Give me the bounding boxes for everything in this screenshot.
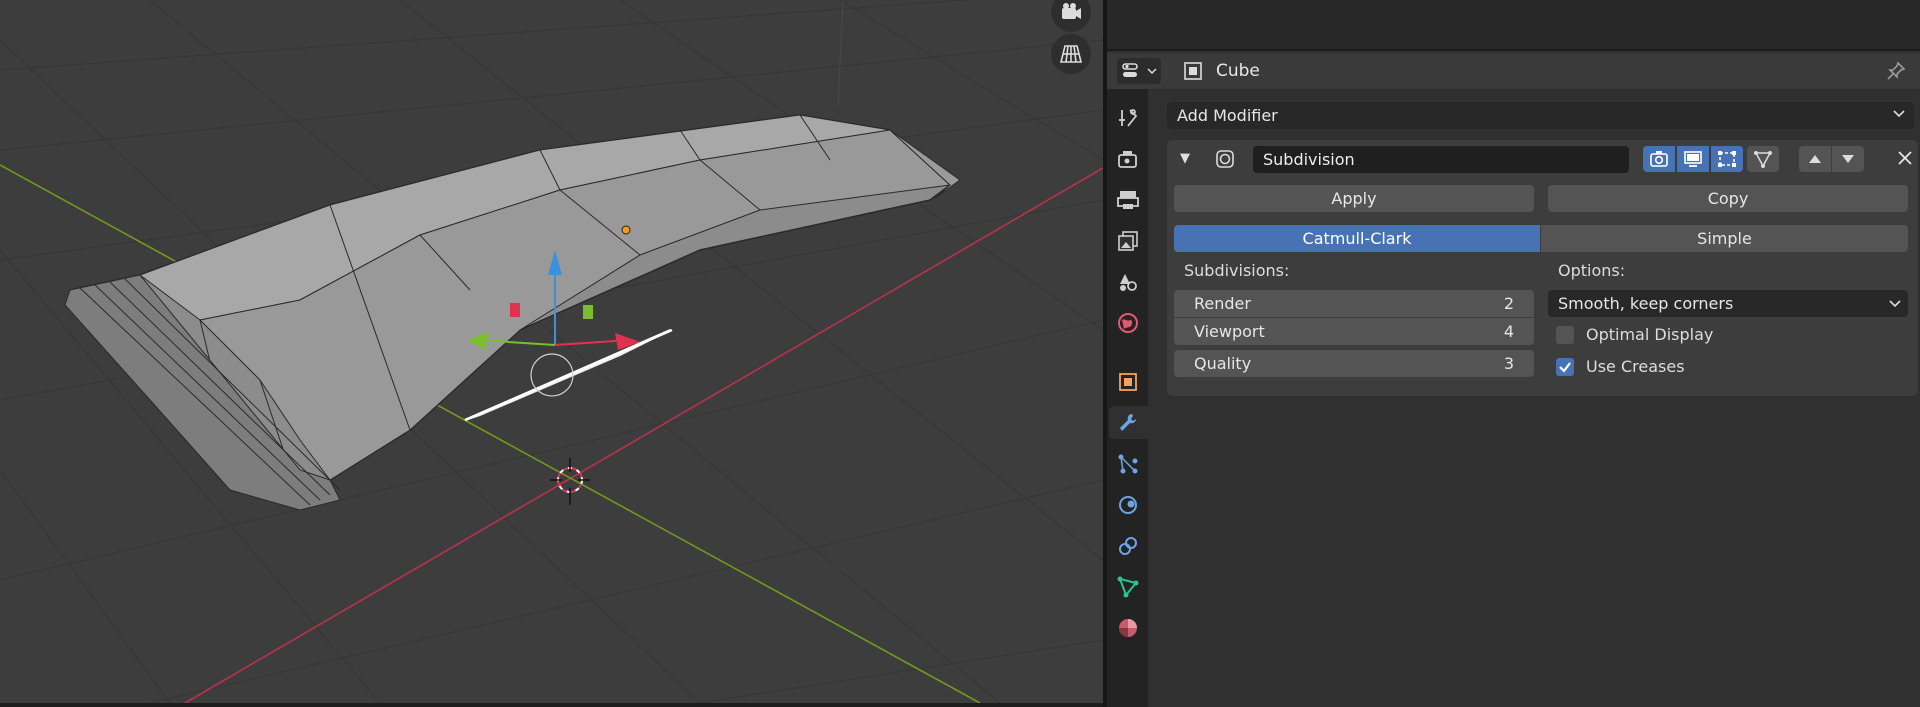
modifier-stack: Add Modifier ▼ Subdivision Apply Copy Ca… bbox=[1148, 89, 1920, 707]
move-down-button[interactable] bbox=[1832, 146, 1864, 172]
chevron-down-icon bbox=[1893, 110, 1905, 118]
apply-button[interactable]: Apply bbox=[1174, 185, 1534, 212]
object-props-icon bbox=[1118, 372, 1137, 391]
modifier-name-text: Subdivision bbox=[1263, 150, 1355, 169]
subdivisions-label: Subdivisions: bbox=[1184, 261, 1290, 280]
collapse-toggle[interactable]: ▼ bbox=[1180, 151, 1190, 166]
tab-scene[interactable] bbox=[1111, 265, 1144, 298]
quality-label: Quality bbox=[1194, 354, 1252, 373]
show-in-viewport-toggle[interactable] bbox=[1677, 146, 1709, 172]
tab-constraints[interactable] bbox=[1111, 529, 1144, 562]
optimal-display-checkbox[interactable] bbox=[1556, 326, 1574, 344]
scene-icon bbox=[1119, 273, 1137, 291]
method-catmull-clark[interactable]: Catmull-Clark bbox=[1174, 225, 1540, 252]
constraints-icon bbox=[1118, 536, 1137, 555]
physics-icon bbox=[1118, 495, 1137, 514]
tab-material[interactable] bbox=[1111, 611, 1144, 644]
pin-icon[interactable] bbox=[1886, 61, 1906, 81]
3d-viewport[interactable] bbox=[0, 0, 1103, 703]
arrow-up-icon bbox=[1809, 155, 1821, 163]
properties-tabs bbox=[1107, 89, 1148, 707]
subdivision-modifier-panel: ▼ Subdivision Apply Copy Catmull-Clark S… bbox=[1167, 140, 1918, 396]
tab-object[interactable] bbox=[1111, 365, 1144, 398]
render-label: Render bbox=[1194, 294, 1251, 313]
method-simple[interactable]: Simple bbox=[1541, 225, 1908, 252]
world-icon bbox=[1117, 312, 1138, 333]
camera-icon bbox=[1062, 3, 1081, 19]
optimal-display-label: Optimal Display bbox=[1586, 325, 1714, 344]
editor-type-button[interactable] bbox=[1117, 58, 1161, 84]
uv-smooth-value: Smooth, keep corners bbox=[1558, 294, 1734, 313]
tab-tool[interactable] bbox=[1111, 101, 1144, 134]
render-levels-field[interactable]: Render 2 bbox=[1174, 290, 1534, 317]
properties-editor: Cube Add Modifier ▼ Subdivision Apply Co… bbox=[1107, 0, 1920, 707]
modifier-header: ▼ Subdivision bbox=[1167, 140, 1918, 177]
arrow-down-icon bbox=[1842, 155, 1854, 163]
render-icon bbox=[1117, 150, 1137, 168]
quality-field[interactable]: Quality 3 bbox=[1174, 350, 1534, 377]
modifier-name-field[interactable]: Subdivision bbox=[1253, 146, 1629, 173]
viewport-value: 4 bbox=[1503, 322, 1514, 341]
on-cage-toggle[interactable] bbox=[1747, 146, 1779, 172]
material-icon bbox=[1118, 618, 1137, 637]
tab-view-layer[interactable] bbox=[1111, 224, 1144, 257]
tool-icon bbox=[1118, 108, 1137, 127]
copy-button[interactable]: Copy bbox=[1548, 185, 1908, 212]
checkmark-icon bbox=[1559, 362, 1571, 373]
move-up-button[interactable] bbox=[1799, 146, 1831, 172]
tab-output[interactable] bbox=[1111, 183, 1144, 216]
view-layer-icon bbox=[1117, 230, 1138, 251]
tab-render[interactable] bbox=[1111, 142, 1144, 175]
tab-data[interactable] bbox=[1111, 570, 1144, 603]
particles-icon bbox=[1118, 454, 1137, 473]
chevron-down-icon bbox=[1146, 68, 1157, 75]
object-name: Cube bbox=[1216, 61, 1260, 81]
show-in-editmode-toggle[interactable] bbox=[1643, 146, 1675, 172]
perspective-grid-icon bbox=[1059, 45, 1083, 63]
camera-icon bbox=[1650, 151, 1668, 167]
light-guide bbox=[837, 0, 844, 106]
output-icon bbox=[1116, 190, 1139, 209]
viewport-levels-field[interactable]: Viewport 4 bbox=[1174, 318, 1534, 345]
monitor-icon bbox=[1684, 151, 1702, 167]
tab-particles[interactable] bbox=[1111, 447, 1144, 480]
viewport-scene[interactable] bbox=[0, 0, 1103, 703]
uv-smooth-dropdown[interactable]: Smooth, keep corners bbox=[1548, 290, 1908, 317]
subdivision-icon bbox=[1216, 150, 1234, 168]
render-value: 2 bbox=[1503, 294, 1514, 313]
wrench-icon bbox=[1119, 413, 1136, 431]
viewport-label: Viewport bbox=[1194, 322, 1265, 341]
on-cage-icon bbox=[1754, 151, 1772, 168]
properties-editor-icon bbox=[1121, 63, 1138, 77]
properties-header: Cube bbox=[1107, 53, 1920, 89]
object-icon bbox=[1184, 62, 1202, 80]
use-creases-label: Use Creases bbox=[1586, 357, 1685, 376]
edit-mode-toggle[interactable] bbox=[1711, 146, 1743, 172]
use-creases-checkbox[interactable] bbox=[1556, 358, 1574, 376]
tab-physics[interactable] bbox=[1111, 488, 1144, 521]
quality-value: 3 bbox=[1503, 354, 1514, 373]
perspective-toggle-button[interactable] bbox=[1051, 34, 1091, 74]
add-modifier-dropdown[interactable]: Add Modifier bbox=[1167, 102, 1914, 129]
editmode-icon bbox=[1718, 151, 1736, 167]
options-label: Options: bbox=[1558, 261, 1626, 280]
object-origin[interactable] bbox=[621, 225, 631, 235]
add-modifier-label: Add Modifier bbox=[1177, 106, 1278, 125]
top-area-strip bbox=[1107, 0, 1920, 51]
chevron-down-icon bbox=[1889, 300, 1901, 308]
tab-modifiers[interactable] bbox=[1109, 406, 1148, 439]
mesh-data-icon bbox=[1117, 576, 1138, 597]
tab-world[interactable] bbox=[1111, 306, 1144, 339]
3d-cursor[interactable] bbox=[550, 458, 590, 505]
close-icon[interactable] bbox=[1895, 148, 1915, 168]
